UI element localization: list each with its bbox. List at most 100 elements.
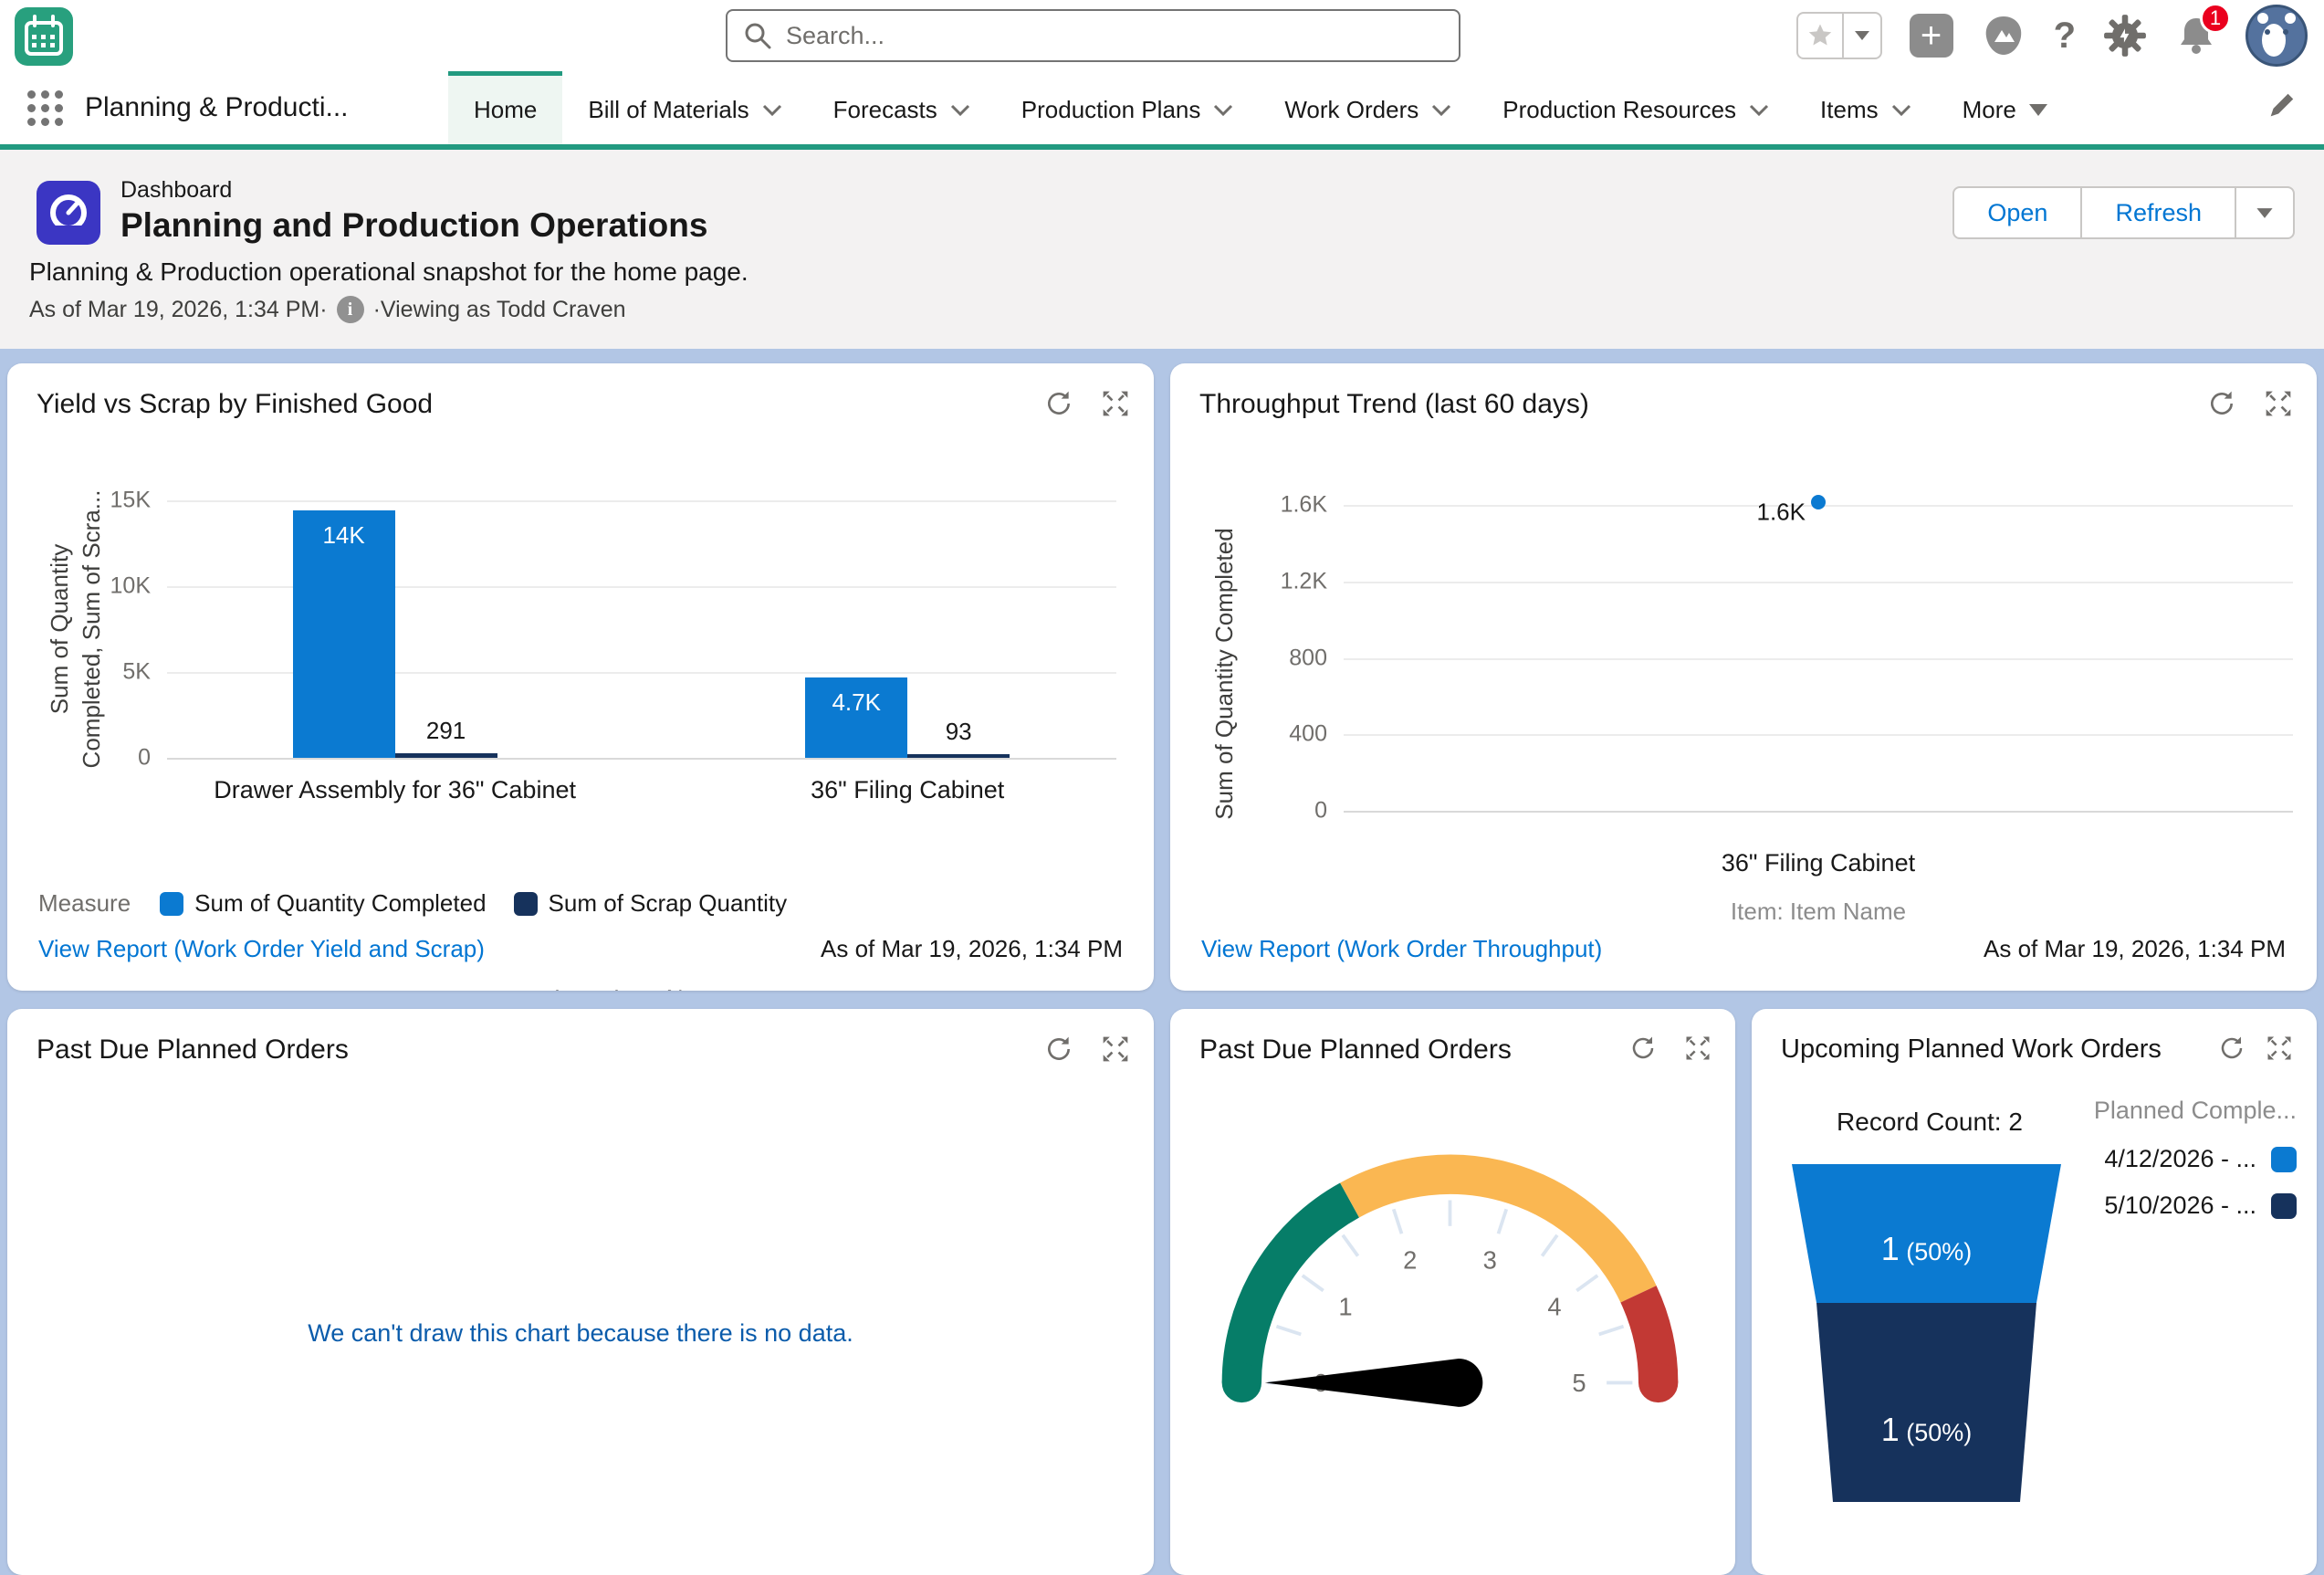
- viewing-as-text: ·Viewing as Todd Craven: [373, 297, 626, 323]
- app-launcher-calendar-icon[interactable]: [15, 7, 73, 66]
- legend-swatch: [160, 892, 183, 916]
- setup-gear-icon[interactable]: [2103, 14, 2147, 58]
- refresh-icon[interactable]: [1044, 389, 1073, 418]
- global-search[interactable]: [726, 9, 1460, 62]
- tab-more[interactable]: More: [1937, 71, 2073, 144]
- x-axis-title: Item: Item Name: [167, 984, 1116, 991]
- tab-forecasts[interactable]: Forecasts: [808, 71, 996, 144]
- bar-value-label: 93: [907, 718, 1010, 746]
- notification-count-badge: 1: [2200, 3, 2231, 34]
- expand-icon[interactable]: [1684, 1034, 1712, 1062]
- info-icon[interactable]: i: [337, 296, 364, 323]
- expand-icon[interactable]: [2266, 1034, 2293, 1062]
- tab-label: Work Orders: [1284, 96, 1418, 124]
- gridline: [167, 500, 1116, 502]
- y-axis-title: Sum of QuantityCompleted, Sum of Scra...: [44, 433, 108, 825]
- card-yield-vs-scrap: Yield vs Scrap by Finished Good Sum of Q…: [7, 363, 1154, 991]
- refresh-icon[interactable]: [2207, 389, 2236, 418]
- search-icon: [744, 22, 771, 49]
- funnel-segment-label: 1 (50%): [1792, 1230, 2061, 1268]
- bar-value-label: 4.7K: [805, 688, 907, 717]
- card-title: Yield vs Scrap by Finished Good: [37, 389, 433, 420]
- funnel-legend-item-5-10-2026[interactable]: 5/10/2026 - ...: [2094, 1192, 2297, 1220]
- trailhead-icon[interactable]: [1981, 13, 2026, 58]
- calendar-icon: [20, 13, 68, 60]
- refresh-icon[interactable]: [2218, 1034, 2245, 1062]
- bar-sum-of-scrap-quantity-1[interactable]: [907, 754, 1010, 758]
- x-category-label: 36" Filing Cabinet: [670, 776, 1145, 804]
- tab-label: Production Plans: [1021, 96, 1201, 124]
- y-tick-label: 1.6K: [1281, 492, 1327, 519]
- chevron-down-icon: [1749, 104, 1769, 117]
- throughput-chart: 1.6K1.2K80040001.6K36" Filing Cabinet: [1344, 505, 2293, 811]
- view-report-link[interactable]: View Report (Work Order Yield and Scrap): [38, 935, 485, 963]
- card-throughput-trend: Throughput Trend (last 60 days) Sum of Q…: [1170, 363, 2317, 991]
- data-point[interactable]: [1811, 495, 1826, 509]
- gridline: [167, 758, 1116, 760]
- card-asof: As of Mar 19, 2026, 1:34 PM: [1984, 935, 2286, 963]
- refresh-button[interactable]: Refresh: [2080, 188, 2235, 237]
- refresh-icon[interactable]: [1044, 1034, 1073, 1064]
- global-actions-plus-icon[interactable]: +: [1910, 14, 1953, 58]
- funnel-legend-item-4-12-2026[interactable]: 4/12/2026 - ...: [2094, 1145, 2297, 1173]
- favorite-star-icon[interactable]: [1798, 14, 1842, 58]
- expand-icon[interactable]: [2264, 389, 2293, 418]
- funnel-segment-1[interactable]: 1 (50%): [1792, 1303, 2061, 1502]
- y-tick-label: 0: [138, 745, 151, 772]
- search-input[interactable]: [784, 21, 1442, 51]
- tab-work-orders[interactable]: Work Orders: [1259, 71, 1477, 144]
- tab-bill-of-materials[interactable]: Bill of Materials: [562, 71, 807, 144]
- tab-items[interactable]: Items: [1795, 71, 1937, 144]
- edit-nav-pencil-icon[interactable]: [2266, 90, 2297, 126]
- tab-label: Bill of Materials: [588, 96, 748, 124]
- more-actions-caret-button[interactable]: [2235, 188, 2293, 237]
- expand-icon[interactable]: [1101, 389, 1130, 418]
- avatar-ear: [2257, 13, 2268, 24]
- funnel-chart: 1 (50%) 1 (50%): [1792, 1164, 2061, 1502]
- chevron-down-icon: [1431, 104, 1451, 117]
- svg-text:3: 3: [1483, 1245, 1497, 1274]
- bar-value-label: 14K: [293, 521, 395, 550]
- legend-label: 5/10/2026 - ...: [2104, 1192, 2256, 1220]
- legend-label: Sum of Quantity Completed: [194, 889, 486, 918]
- tab-production-resources[interactable]: Production Resources: [1477, 71, 1795, 144]
- expand-icon[interactable]: [1101, 1034, 1130, 1064]
- dashboard-header: Dashboard Planning and Production Operat…: [0, 150, 2324, 349]
- card-title: Past Due Planned Orders: [1199, 1034, 1512, 1066]
- favorites-dropdown-icon[interactable]: [1842, 14, 1880, 58]
- legend-item-sum-of-scrap-quantity[interactable]: Sum of Scrap Quantity: [514, 889, 788, 918]
- svg-text:1: 1: [1338, 1293, 1352, 1321]
- tab-home[interactable]: Home: [448, 71, 562, 144]
- tab-production-plans[interactable]: Production Plans: [996, 71, 1260, 144]
- legend-label: 4/12/2026 - ...: [2104, 1145, 2256, 1173]
- card-past-due-empty: Past Due Planned Orders We can't draw th…: [7, 1009, 1154, 1575]
- gridline: [1344, 658, 2293, 660]
- chevron-down-icon: [950, 104, 970, 117]
- user-avatar[interactable]: [2245, 5, 2308, 67]
- funnel-segment-0[interactable]: 1 (50%): [1792, 1164, 2061, 1303]
- legend-swatch: [2271, 1193, 2297, 1219]
- legend-item-sum-of-quantity-completed[interactable]: Sum of Quantity Completed: [160, 889, 486, 918]
- open-button[interactable]: Open: [1954, 188, 2080, 237]
- app-launcher-waffle-icon[interactable]: [27, 90, 63, 126]
- refresh-icon[interactable]: [1629, 1034, 1657, 1062]
- view-report-link[interactable]: View Report (Work Order Throughput): [1201, 935, 1602, 963]
- tab-label: Production Resources: [1502, 96, 1736, 124]
- x-category-label: 36" Filing Cabinet: [1581, 849, 2056, 877]
- asof-text: As of Mar 19, 2026, 1:34 PM·: [29, 297, 328, 323]
- app-navigation-bar: Planning & Producti... Home Bill of Mater…: [0, 71, 2324, 150]
- gauge-chart[interactable]: 012345: [1183, 1073, 1717, 1434]
- card-asof: As of Mar 19, 2026, 1:34 PM: [821, 935, 1123, 963]
- chevron-down-icon: [1213, 104, 1233, 117]
- legend-name: Measure: [38, 889, 131, 918]
- app-name: Planning & Producti...: [85, 92, 404, 123]
- card-upcoming-funnel: Upcoming Planned Work Orders Record Coun…: [1752, 1009, 2317, 1575]
- y-tick-label: 5K: [122, 659, 151, 686]
- bar-sum-of-scrap-quantity-0[interactable]: [395, 753, 497, 758]
- notifications-bell-icon[interactable]: 1: [2174, 14, 2218, 58]
- favorites-button-group[interactable]: [1796, 12, 1882, 59]
- help-icon[interactable]: ?: [2054, 16, 2076, 57]
- gridline: [1344, 582, 2293, 583]
- y-tick-label: 15K: [110, 488, 151, 514]
- legend-swatch: [514, 892, 538, 916]
